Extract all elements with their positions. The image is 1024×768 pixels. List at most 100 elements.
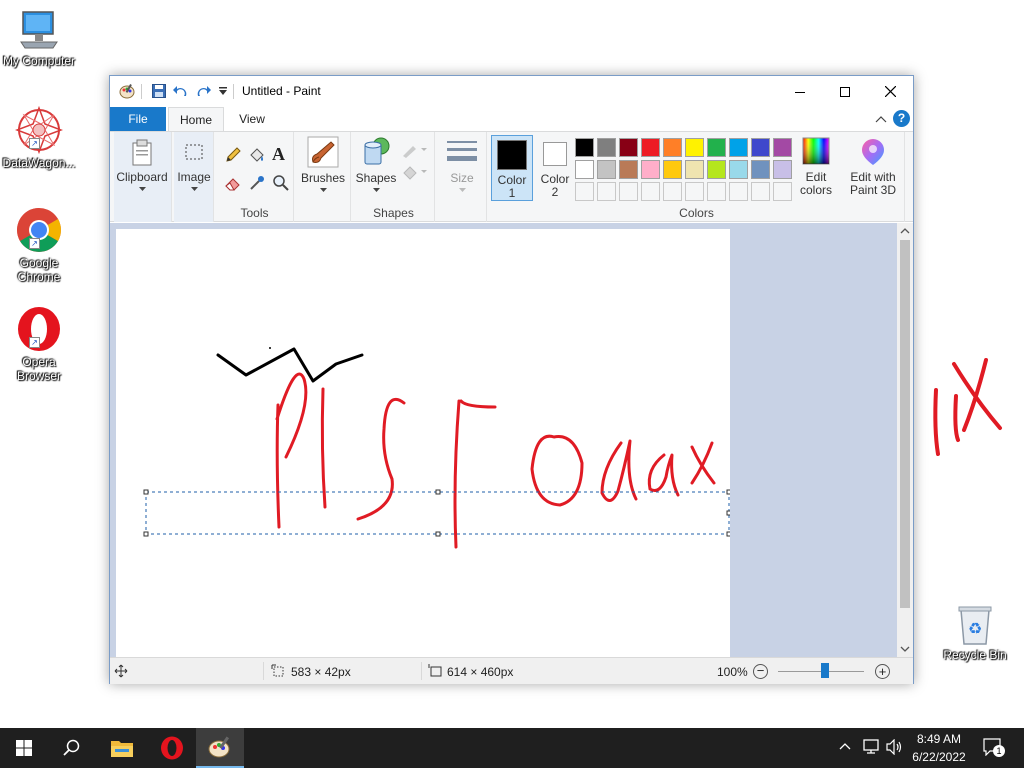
- pencil-icon[interactable]: [224, 146, 244, 166]
- palette-color-swatch[interactable]: [751, 138, 770, 157]
- palette-color-swatch[interactable]: [751, 160, 770, 179]
- custom-color-slot[interactable]: [729, 182, 748, 201]
- desktop-icon-datawagon[interactable]: ↗ DataWagon...: [1, 105, 77, 170]
- palette-color-swatch[interactable]: [773, 138, 792, 157]
- desktop-icon-opera[interactable]: ↗ Opera Browser: [1, 305, 77, 383]
- ribbon-collapse-icon[interactable]: [875, 113, 887, 127]
- desktop-icon-my-computer[interactable]: My Computer: [1, 8, 77, 68]
- custom-color-slot[interactable]: [619, 182, 638, 201]
- shortcut-arrow-icon: ↗: [29, 238, 40, 249]
- scroll-up-icon[interactable]: [897, 223, 913, 239]
- maximize-button[interactable]: [822, 76, 868, 107]
- size-button[interactable]: Size: [440, 136, 484, 193]
- palette-color-swatch[interactable]: [641, 160, 660, 179]
- chevron-down-icon: [319, 188, 327, 192]
- close-button[interactable]: [867, 76, 913, 107]
- taskbar-file-explorer[interactable]: [98, 728, 146, 768]
- windows-logo-icon: [16, 740, 32, 756]
- paint-app-icon[interactable]: [118, 82, 136, 100]
- color-picker-icon[interactable]: [248, 174, 268, 194]
- zoom-out-button[interactable]: −: [753, 664, 768, 679]
- custom-color-slot[interactable]: [597, 182, 616, 201]
- clock-time[interactable]: 8:49 AM: [914, 732, 964, 746]
- palette-color-swatch[interactable]: [641, 138, 660, 157]
- desktop-icon-label: Opera Browser: [16, 355, 61, 383]
- tab-file[interactable]: File: [110, 107, 166, 131]
- eraser-icon[interactable]: [224, 174, 244, 194]
- search-button[interactable]: [48, 728, 96, 768]
- network-icon[interactable]: [862, 739, 880, 758]
- custom-color-slot[interactable]: [641, 182, 660, 201]
- color-spectrum-icon: [802, 137, 830, 165]
- custom-color-slot[interactable]: [751, 182, 770, 201]
- color2-button[interactable]: Color 2: [535, 135, 575, 201]
- show-hidden-icons[interactable]: [839, 740, 851, 754]
- palette-color-swatch[interactable]: [663, 160, 682, 179]
- vertical-scrollbar[interactable]: [897, 223, 913, 657]
- custom-color-slot[interactable]: [575, 182, 594, 201]
- color1-button[interactable]: Color 1: [491, 135, 533, 201]
- palette-color-swatch[interactable]: [619, 138, 638, 157]
- clock-date[interactable]: 6/22/2022: [910, 750, 968, 764]
- palette-color-swatch[interactable]: [575, 160, 594, 179]
- drawing-canvas[interactable]: [116, 229, 730, 657]
- shape-fill-icon[interactable]: [401, 164, 429, 182]
- fill-icon[interactable]: [248, 146, 268, 166]
- scroll-down-icon[interactable]: [897, 641, 913, 657]
- palette-color-swatch[interactable]: [707, 160, 726, 179]
- palette-color-swatch[interactable]: [619, 160, 638, 179]
- zoom-in-button[interactable]: +: [875, 664, 890, 679]
- image-button[interactable]: Image: [176, 136, 212, 192]
- custom-color-slot[interactable]: [685, 182, 704, 201]
- palette-color-swatch[interactable]: [685, 160, 704, 179]
- palette-color-swatch[interactable]: [663, 138, 682, 157]
- tab-view[interactable]: View: [224, 107, 280, 131]
- desktop-icon-chrome[interactable]: ↗ Google Chrome: [1, 206, 77, 284]
- taskbar-opera[interactable]: [148, 728, 196, 768]
- undo-icon[interactable]: [172, 82, 190, 100]
- taskbar-paint[interactable]: [196, 728, 244, 768]
- save-icon[interactable]: [150, 82, 168, 100]
- image-size-icon: [428, 664, 442, 677]
- colors-group: Color 1 Color 2 Edit colors Colors: [489, 132, 905, 222]
- brushes-button[interactable]: Brushes: [298, 136, 348, 193]
- text-icon[interactable]: A: [272, 144, 292, 164]
- red-stroke-a: [647, 453, 680, 497]
- custom-color-slot[interactable]: [707, 182, 726, 201]
- desktop-icon-recycle-bin[interactable]: ♻ Recycle Bin: [937, 604, 1013, 662]
- custom-color-slot[interactable]: [663, 182, 682, 201]
- edit-with-paint3d-button[interactable]: Edit with Paint 3D: [845, 135, 901, 197]
- edit-colors-button[interactable]: Edit colors: [794, 135, 838, 197]
- zoom-slider-thumb[interactable]: [821, 663, 830, 678]
- desktop-icon-label: Recycle Bin: [943, 648, 1007, 662]
- minimize-button[interactable]: [777, 76, 823, 107]
- volume-icon[interactable]: [885, 738, 903, 758]
- palette-color-swatch[interactable]: [685, 138, 704, 157]
- tab-home[interactable]: Home: [168, 107, 224, 132]
- outline-icon[interactable]: [401, 142, 429, 160]
- color1-swatch: [497, 140, 527, 170]
- scrollbar-thumb[interactable]: [900, 240, 910, 608]
- redo-icon[interactable]: [194, 82, 212, 100]
- window-title: Untitled - Paint: [242, 84, 321, 98]
- palette-color-swatch[interactable]: [575, 138, 594, 157]
- customize-qat-icon[interactable]: [214, 82, 232, 100]
- close-icon: [884, 86, 896, 97]
- palette-color-swatch[interactable]: [729, 160, 748, 179]
- edit-colors-label: Edit colors: [799, 170, 832, 197]
- palette-color-swatch[interactable]: [729, 138, 748, 157]
- palette-color-swatch[interactable]: [597, 160, 616, 179]
- palette-color-swatch[interactable]: [773, 160, 792, 179]
- clipboard-button[interactable]: Clipboard: [116, 136, 168, 192]
- palette-color-swatch[interactable]: [707, 138, 726, 157]
- action-center-button[interactable]: 1: [983, 738, 1005, 758]
- chevron-down-icon: [458, 188, 466, 192]
- start-button[interactable]: [0, 728, 48, 768]
- title-bar: Untitled - Paint: [110, 76, 913, 107]
- magnifier-icon[interactable]: [272, 174, 292, 194]
- clipboard-group: Clipboard: [114, 132, 172, 222]
- shapes-button[interactable]: Shapes: [353, 136, 399, 193]
- help-icon[interactable]: ?: [893, 110, 910, 127]
- custom-color-slot[interactable]: [773, 182, 792, 201]
- palette-color-swatch[interactable]: [597, 138, 616, 157]
